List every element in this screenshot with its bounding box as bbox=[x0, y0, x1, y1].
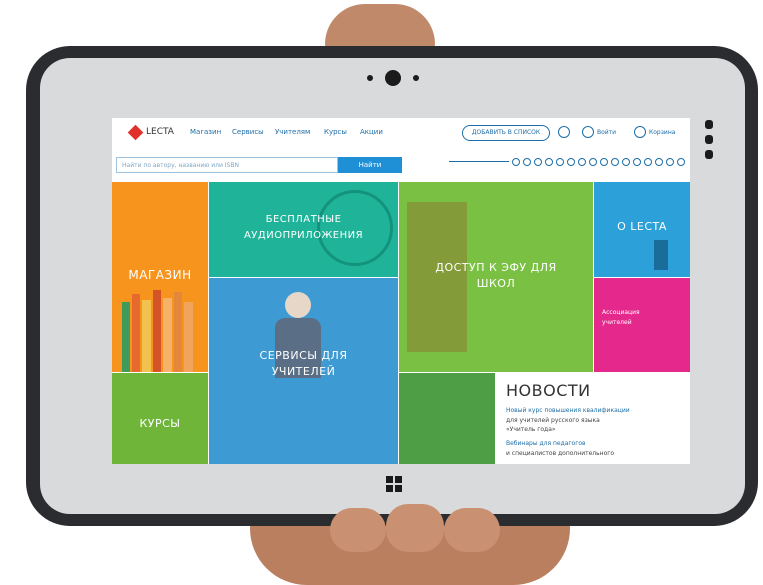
tile-promo-label: Ассоциация учителей bbox=[602, 309, 640, 326]
book-spine bbox=[184, 302, 193, 372]
news-block: НОВОСТИ Новый курс повышения квалификаци… bbox=[496, 373, 690, 464]
sensor-dot bbox=[413, 75, 419, 81]
login-link[interactable]: Войти bbox=[597, 129, 616, 136]
nav-item[interactable]: Курсы bbox=[324, 128, 347, 136]
news-item[interactable]: Новый курс повышения квалификации bbox=[506, 407, 630, 414]
subject-icon[interactable] bbox=[600, 158, 608, 166]
book-spine bbox=[122, 302, 130, 372]
tile-audio-label: БЕСПЛАТНЫЕ АУДИОПРИЛОЖЕНИЯ bbox=[243, 214, 364, 241]
book-spine bbox=[163, 298, 172, 372]
finger bbox=[444, 508, 500, 552]
subject-icon[interactable] bbox=[534, 158, 542, 166]
news-item[interactable]: Вебинары для педагогов bbox=[506, 440, 586, 447]
subject-icon[interactable] bbox=[644, 158, 652, 166]
subject-icon[interactable] bbox=[567, 158, 575, 166]
logo-icon[interactable] bbox=[127, 124, 144, 141]
news-item[interactable]: для учителей русского языка bbox=[506, 417, 600, 424]
tile-efu[interactable]: ДОСТУП К ЭФУ ДЛЯ ШКОЛ bbox=[399, 182, 593, 372]
subject-icon[interactable] bbox=[677, 158, 685, 166]
pencil-cup-icon bbox=[654, 240, 668, 270]
subject-icon[interactable] bbox=[589, 158, 597, 166]
subject-icon[interactable] bbox=[655, 158, 663, 166]
subject-icon[interactable] bbox=[622, 158, 630, 166]
tile-courses-label: КУРСЫ bbox=[139, 417, 181, 430]
login-icon[interactable] bbox=[582, 126, 594, 138]
news-item[interactable]: и специалистов дополнительного bbox=[506, 450, 614, 457]
teacher-photo bbox=[285, 292, 311, 318]
tile-efu-label: ДОСТУП К ЭФУ ДЛЯ ШКОЛ bbox=[435, 261, 557, 290]
book-spine bbox=[153, 290, 161, 372]
search-input[interactable]: Найти по автору, названию или ISBN bbox=[116, 157, 338, 173]
subject-icon[interactable] bbox=[578, 158, 586, 166]
subject-icon[interactable] bbox=[512, 158, 520, 166]
tile-about[interactable]: О LECTA bbox=[594, 182, 690, 277]
side-button[interactable] bbox=[705, 150, 713, 159]
tile-image[interactable] bbox=[399, 373, 495, 464]
subject-icon[interactable] bbox=[545, 158, 553, 166]
sensor-dot bbox=[367, 75, 373, 81]
tile-audio[interactable]: БЕСПЛАТНЫЕ АУДИОПРИЛОЖЕНИЯ bbox=[209, 182, 398, 277]
tile-promo[interactable]: Ассоциация учителей bbox=[594, 278, 690, 372]
subject-icon[interactable] bbox=[556, 158, 564, 166]
header-pill-button[interactable]: ДОБАВИТЬ В СПИСОК bbox=[462, 125, 550, 141]
nav-item[interactable]: Сервисы bbox=[232, 128, 264, 136]
cart-link[interactable]: Корзина bbox=[649, 129, 675, 136]
nav-item[interactable]: Акции bbox=[360, 128, 383, 136]
tile-shop[interactable]: МАГАЗИН bbox=[112, 182, 208, 372]
subject-icon[interactable] bbox=[611, 158, 619, 166]
camera-icon bbox=[385, 70, 401, 86]
subject-icon[interactable] bbox=[666, 158, 674, 166]
nav-item[interactable]: Магазин bbox=[190, 128, 221, 136]
tile-teachers-label: СЕРВИСЫ ДЛЯ УЧИТЕЛЕЙ bbox=[259, 349, 348, 378]
side-button[interactable] bbox=[705, 135, 713, 144]
icon-row-label bbox=[449, 161, 509, 162]
tile-about-label: О LECTA bbox=[617, 220, 667, 233]
finger bbox=[386, 504, 444, 552]
tile-courses[interactable]: КУРСЫ bbox=[112, 373, 208, 464]
finger bbox=[330, 508, 386, 552]
book-spine bbox=[142, 300, 151, 372]
side-button[interactable] bbox=[705, 120, 713, 129]
tile-teachers[interactable]: СЕРВИСЫ ДЛЯ УЧИТЕЛЕЙ bbox=[209, 278, 398, 464]
windows-logo-icon[interactable] bbox=[386, 476, 402, 492]
site-header: LECTA Магазин Сервисы Учителям Курсы Акц… bbox=[112, 118, 690, 148]
subject-icon[interactable] bbox=[523, 158, 531, 166]
book-spine bbox=[132, 294, 140, 372]
news-item[interactable]: «Учитель года» bbox=[506, 426, 556, 433]
book-spine bbox=[174, 292, 182, 372]
user-icon[interactable] bbox=[558, 126, 570, 138]
tablet-screen: LECTA Магазин Сервисы Учителям Курсы Акц… bbox=[112, 118, 690, 464]
subject-icon[interactable] bbox=[633, 158, 641, 166]
cart-icon[interactable] bbox=[634, 126, 646, 138]
logo-text[interactable]: LECTA bbox=[146, 127, 174, 137]
search-button[interactable]: Найти bbox=[338, 157, 402, 173]
nav-item[interactable]: Учителям bbox=[275, 128, 310, 136]
tile-shop-label: МАГАЗИН bbox=[128, 268, 192, 282]
news-title: НОВОСТИ bbox=[506, 381, 591, 400]
